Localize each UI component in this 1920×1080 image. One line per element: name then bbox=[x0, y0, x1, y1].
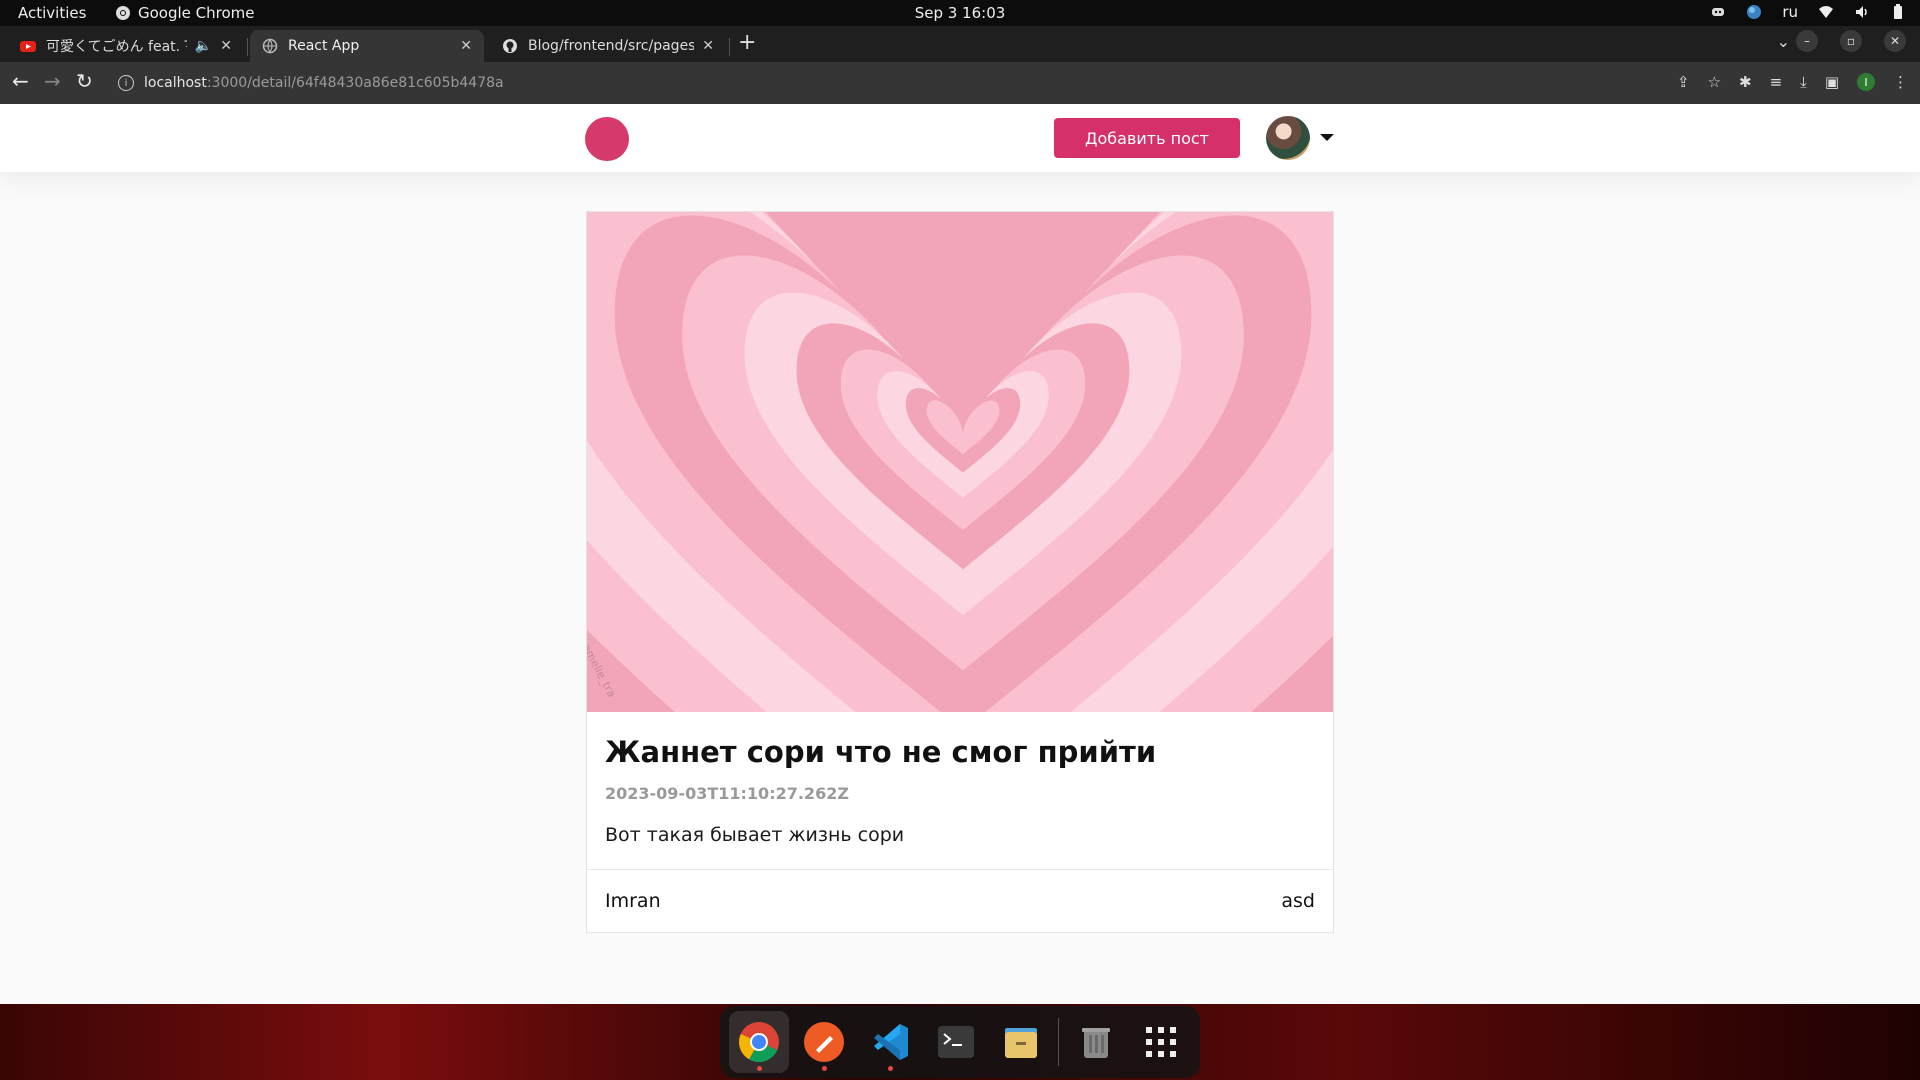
site-header: Добавить пост bbox=[0, 104, 1920, 172]
running-indicator bbox=[822, 1066, 828, 1071]
close-window-icon[interactable]: ✕ bbox=[1884, 30, 1906, 52]
chrome-icon bbox=[116, 6, 130, 20]
user-avatar[interactable] bbox=[1266, 116, 1310, 160]
youtube-icon bbox=[20, 41, 36, 52]
share-icon[interactable]: ⇪ bbox=[1677, 73, 1690, 91]
files-icon bbox=[1005, 1028, 1038, 1058]
tab-divider bbox=[247, 38, 248, 56]
post-date: 2023-09-03T11:10:27.262Z bbox=[605, 784, 849, 803]
kebab-menu-icon[interactable]: ⋮ bbox=[1893, 73, 1908, 91]
download-icon[interactable]: ⤓ bbox=[1800, 73, 1807, 91]
toolbar-actions: ⇪ ☆ ✱ ≡ ⤓ ▣ I ⋮ bbox=[1677, 73, 1908, 91]
bookmark-star-icon[interactable]: ☆ bbox=[1708, 73, 1721, 91]
system-top-bar: Activities Google Chrome Sep 3 16:03 ru bbox=[0, 0, 1920, 26]
post-body: Вот такая бывает жизнь сори bbox=[605, 824, 905, 846]
running-indicator bbox=[756, 1066, 762, 1071]
post-footer: Imran asd bbox=[587, 869, 1333, 933]
system-tray[interactable]: ru bbox=[1710, 3, 1906, 21]
github-icon bbox=[503, 39, 517, 53]
forward-arrow-icon[interactable]: → bbox=[44, 71, 61, 91]
chrome-icon bbox=[738, 1022, 779, 1062]
back-arrow-icon[interactable]: ← bbox=[12, 71, 29, 91]
battery-icon[interactable] bbox=[1890, 4, 1906, 20]
reload-icon[interactable]: ↻ bbox=[76, 71, 93, 91]
site-logo[interactable] bbox=[585, 117, 629, 161]
page-viewport: Добавить пост amelie_tra Жаннет сори что… bbox=[0, 104, 1920, 1004]
tab-title: Blog/frontend/src/pages bbox=[528, 38, 695, 54]
volume-icon[interactable] bbox=[1854, 4, 1870, 20]
dock-app-grid[interactable] bbox=[1131, 1011, 1191, 1073]
trash-icon bbox=[1081, 1028, 1110, 1058]
caret-down-icon[interactable] bbox=[1320, 134, 1334, 141]
tab-youtube[interactable]: 可愛くてごめん feat. Ŧ 🔈 ✕ bbox=[8, 30, 244, 62]
url-host: localhost bbox=[144, 75, 207, 91]
dock-terminal[interactable] bbox=[926, 1011, 986, 1073]
post-author: Imran bbox=[605, 890, 661, 912]
close-tab-icon[interactable]: ✕ bbox=[220, 38, 232, 54]
dock-separator bbox=[1057, 1018, 1059, 1066]
dock-files[interactable] bbox=[991, 1011, 1051, 1073]
minimize-icon[interactable]: – bbox=[1796, 30, 1818, 52]
tab-title: React App bbox=[288, 38, 360, 54]
dock-vscode[interactable] bbox=[860, 1011, 920, 1073]
running-indicator bbox=[887, 1066, 893, 1071]
tab-github[interactable]: Blog/frontend/src/pages ✕ bbox=[490, 30, 726, 62]
post-title: Жаннет сори что не смог прийти bbox=[605, 735, 1157, 769]
speaker-icon[interactable]: 🔈 bbox=[195, 38, 212, 54]
activities-button[interactable]: Activities bbox=[18, 4, 86, 22]
dock-trash[interactable] bbox=[1066, 1011, 1126, 1073]
terminal-icon bbox=[937, 1026, 974, 1058]
browser-tab-strip: 可愛くてごめん feat. Ŧ 🔈 ✕ React App ✕ Blog/fro… bbox=[0, 26, 1920, 62]
address-bar[interactable]: i localhost:3000/detail/64f48430a86e81c6… bbox=[104, 68, 1644, 98]
keyboard-layout-indicator[interactable]: ru bbox=[1782, 3, 1798, 21]
close-tab-icon[interactable]: ✕ bbox=[702, 38, 714, 54]
browser-toolbar: ← → ↻ i localhost:3000/detail/64f48430a8… bbox=[0, 62, 1920, 104]
tab-divider bbox=[729, 38, 730, 56]
maximize-icon[interactable]: ▫ bbox=[1840, 30, 1862, 52]
app-menu-label: Google Chrome bbox=[138, 4, 255, 22]
tab-react-app[interactable]: React App ✕ bbox=[250, 30, 484, 62]
post-card: amelie_tra Жаннет сори что не смог прийт… bbox=[586, 211, 1334, 933]
media-queue-icon[interactable]: ≡ bbox=[1770, 73, 1783, 91]
vscode-icon bbox=[873, 1024, 908, 1060]
globe-status-icon[interactable] bbox=[1746, 4, 1762, 20]
extensions-icon[interactable]: ✱ bbox=[1739, 73, 1752, 91]
app-grid-icon bbox=[1146, 1027, 1177, 1057]
clock[interactable]: Sep 3 16:03 bbox=[915, 4, 1006, 22]
dock bbox=[720, 1006, 1200, 1078]
site-info-icon[interactable]: i bbox=[118, 75, 134, 91]
dock-chrome[interactable] bbox=[729, 1011, 789, 1073]
url-path: :3000/detail/64f48430a86e81c605b4478a bbox=[206, 75, 504, 91]
tab-title: 可愛くてごめん feat. Ŧ bbox=[46, 39, 187, 55]
new-tab-icon[interactable]: + bbox=[738, 30, 756, 55]
chevron-down-icon[interactable]: ⌄ bbox=[1777, 32, 1790, 51]
discord-icon[interactable] bbox=[1710, 4, 1726, 20]
postman-icon bbox=[804, 1022, 845, 1062]
window-controls: – ▫ ✕ bbox=[1796, 30, 1906, 52]
dock-postman[interactable] bbox=[795, 1011, 855, 1073]
close-tab-icon[interactable]: ✕ bbox=[460, 38, 472, 54]
app-menu[interactable]: Google Chrome bbox=[115, 4, 255, 22]
profile-avatar-icon[interactable]: I bbox=[1857, 73, 1875, 91]
post-tag: asd bbox=[1281, 890, 1315, 912]
post-image: amelie_tra bbox=[587, 212, 1333, 712]
globe-icon bbox=[262, 38, 278, 54]
wifi-icon[interactable] bbox=[1818, 4, 1834, 20]
heart-pattern-image bbox=[587, 212, 1333, 712]
add-post-button[interactable]: Добавить пост bbox=[1054, 118, 1240, 158]
url-text[interactable]: localhost:3000/detail/64f48430a86e81c605… bbox=[144, 75, 504, 91]
side-panel-icon[interactable]: ▣ bbox=[1825, 73, 1839, 91]
